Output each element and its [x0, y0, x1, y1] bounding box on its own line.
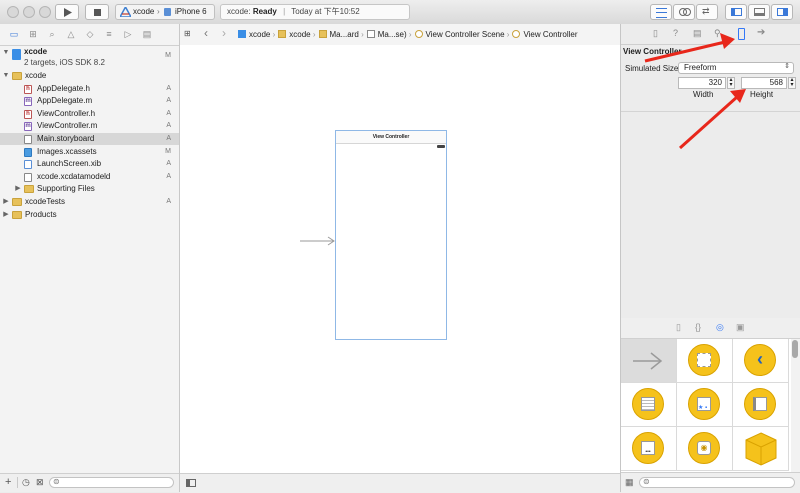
annotation-arrows-overlay [644, 33, 746, 150]
annotation-arrow-to-size-inspector [644, 33, 735, 63]
annotation-arrow-to-height-field [678, 89, 746, 150]
